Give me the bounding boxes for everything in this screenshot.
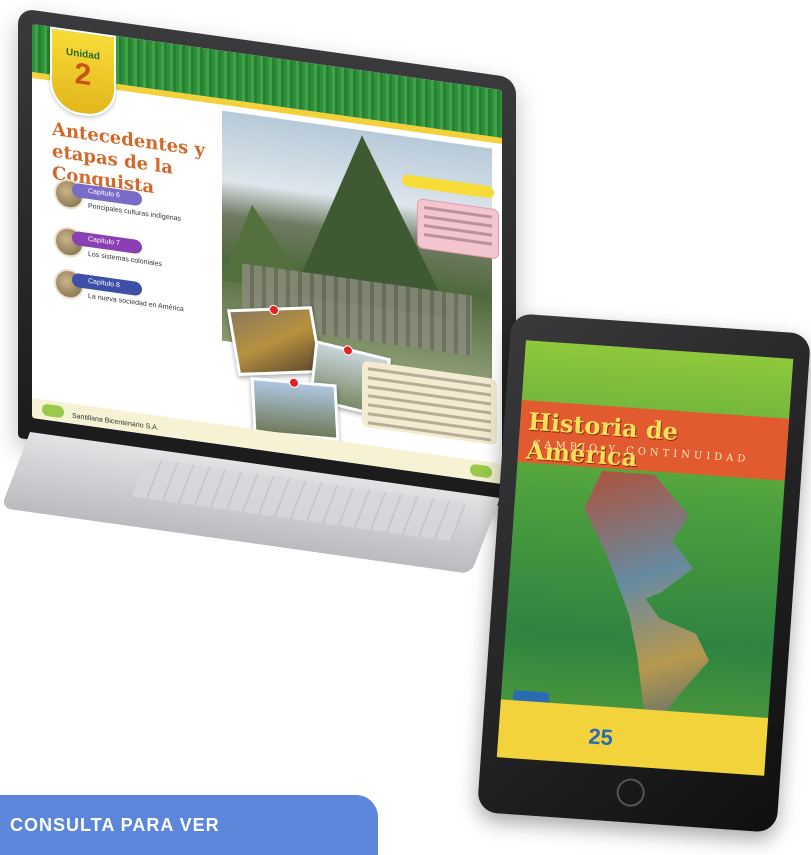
tablet-screen[interactable]: Historia de América CAMBIO Y CONTINUIDAD… xyxy=(496,340,794,776)
laptop-screen: Unidad 2 Antecedentes y etapas de la Con… xyxy=(32,23,502,485)
pin-icon xyxy=(270,305,278,315)
chapter-description: La nueva sociedad en América xyxy=(88,292,184,314)
laptop: Unidad 2 Antecedentes y etapas de la Con… xyxy=(18,8,516,508)
chapter-pill: Capítulo 7 xyxy=(72,230,142,255)
anniversary-logo-icon: 25 xyxy=(587,723,614,751)
chapter-item-7[interactable]: Capítulo 7 Los sistemas coloniales xyxy=(54,225,204,268)
page-number-left xyxy=(42,403,64,419)
america-map-collage xyxy=(569,470,737,740)
chapter-pill: Capítulo 8 xyxy=(72,272,142,297)
pin-icon xyxy=(344,345,352,355)
footer-label: Santillana Bicentenario S.A. xyxy=(72,412,159,432)
pin-icon xyxy=(290,378,298,388)
tablet: Historia de América CAMBIO Y CONTINUIDAD… xyxy=(476,313,811,833)
page-number-right xyxy=(470,463,492,479)
cover-footer: 25 xyxy=(496,699,769,776)
photo-image xyxy=(253,380,337,438)
chapter-description: Los sistemas coloniales xyxy=(88,250,162,269)
home-button[interactable] xyxy=(615,777,646,808)
banner-text: CONSULTA PARA VER xyxy=(10,815,220,835)
photo-image xyxy=(230,309,320,373)
consult-banner[interactable]: CONSULTA PARA VER xyxy=(0,795,378,855)
photo-card-pyramid[interactable] xyxy=(226,306,324,376)
chapter-description: Principales culturas indígenas xyxy=(88,202,181,223)
unit-badge: Unidad 2 xyxy=(50,26,116,120)
